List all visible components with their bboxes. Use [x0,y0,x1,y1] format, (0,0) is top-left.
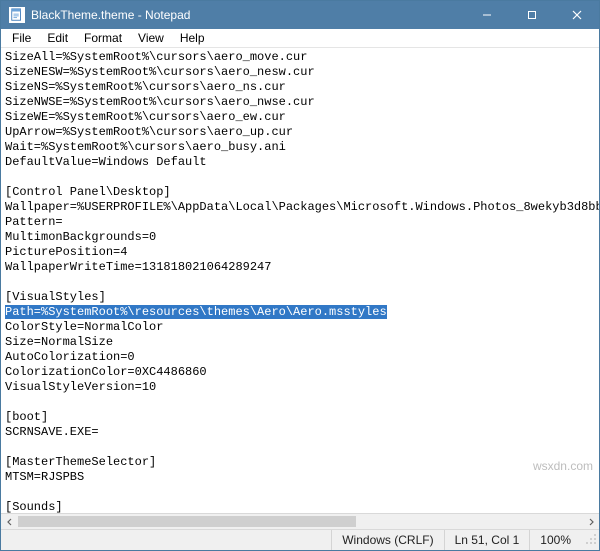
scroll-thumb[interactable] [18,516,356,527]
status-zoom: 100% [529,530,581,550]
menubar: File Edit Format View Help [1,29,599,48]
status-line-ending: Windows (CRLF) [331,530,443,550]
menu-format[interactable]: Format [77,29,129,47]
status-position: Ln 51, Col 1 [444,530,530,550]
notepad-window: BlackTheme.theme - Notepad File Edit For… [0,0,600,551]
scroll-left-arrow[interactable] [1,514,18,529]
window-controls [464,1,599,29]
menu-file[interactable]: File [5,29,38,47]
menu-edit[interactable]: Edit [40,29,75,47]
selected-text[interactable]: Path=%SystemRoot%\resources\themes\Aero\… [5,305,387,319]
menu-view[interactable]: View [131,29,171,47]
maximize-button[interactable] [509,1,554,29]
window-title: BlackTheme.theme - Notepad [31,8,190,22]
scroll-track[interactable] [18,514,582,529]
titlebar[interactable]: BlackTheme.theme - Notepad [1,1,599,29]
menu-help[interactable]: Help [173,29,212,47]
minimize-button[interactable] [464,1,509,29]
editor-content[interactable]: SizeAll=%SystemRoot%\cursors\aero_move.c… [1,48,599,514]
text-editor[interactable]: SizeAll=%SystemRoot%\cursors\aero_move.c… [1,48,599,514]
resize-grip-icon[interactable] [581,533,599,547]
notepad-icon [9,7,25,23]
statusbar: Windows (CRLF) Ln 51, Col 1 100% [1,529,599,550]
text-before-selection[interactable]: SizeAll=%SystemRoot%\cursors\aero_move.c… [5,50,599,304]
close-button[interactable] [554,1,599,29]
horizontal-scrollbar[interactable] [1,513,599,529]
scroll-right-arrow[interactable] [582,514,599,529]
text-after-selection[interactable]: ColorStyle=NormalColor Size=NormalSize A… [5,320,207,514]
